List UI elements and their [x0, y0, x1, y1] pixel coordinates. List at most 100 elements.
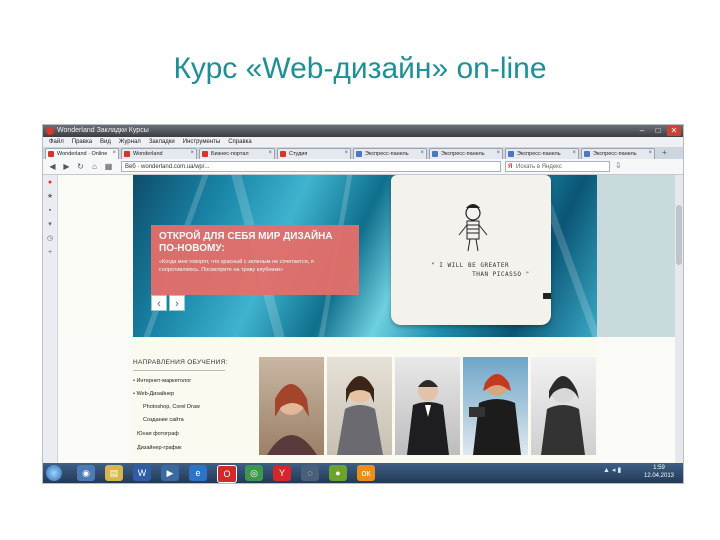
tab-3[interactable]: Бизнес-портал ×	[199, 148, 275, 159]
new-tab-button[interactable]: +	[659, 147, 670, 158]
tab-close-icon[interactable]: ×	[344, 150, 348, 156]
tab-close-icon[interactable]: ×	[420, 150, 424, 156]
reload-icon[interactable]: ↻	[75, 161, 86, 172]
tab-favicon-icon	[584, 151, 590, 157]
menu-help[interactable]: Справка	[228, 137, 252, 147]
navigation-bar: ◀ ▶ ↻ ⌂ ▦ Веб · wonderland.com.ua/wp/...…	[43, 159, 683, 175]
pillow-image: " I WILL BE GREATER THAN PICASSO "	[391, 175, 551, 325]
slide-title: Курс «Web-дизайн» on-line	[173, 52, 547, 85]
opera-icon[interactable]: O	[217, 465, 237, 483]
direction-subitem[interactable]: Photoshop, Corel Draw	[143, 404, 200, 410]
address-bar[interactable]: Веб · wonderland.com.ua/wp/...	[121, 161, 501, 172]
browser-title-bar: Wonderland Закладки Курсы – □ ✕	[43, 125, 683, 137]
teacher-photo-2[interactable]	[327, 357, 392, 455]
tab-label: Бизнес-портал	[211, 151, 249, 157]
opera-panel-icon[interactable]: ●	[46, 179, 54, 187]
browser-screenshot: Wonderland Закладки Курсы – □ ✕ Файл Пра…	[42, 124, 684, 484]
notes-icon[interactable]: ▪	[46, 207, 54, 215]
direction-item[interactable]: • Интернет-маркетолог	[133, 378, 191, 384]
media-player-icon[interactable]: ▶	[161, 465, 179, 481]
tab-8[interactable]: Экспресс-панель ×	[581, 148, 655, 159]
folder-icon[interactable]: ▤	[105, 465, 123, 481]
tab-label: Wonderland · Online	[57, 151, 108, 157]
direction-subitem[interactable]: Создание сайта	[143, 417, 184, 423]
opera-logo-icon[interactable]	[46, 127, 54, 135]
tab-close-icon[interactable]: ×	[190, 150, 194, 156]
tab-favicon-icon	[124, 151, 130, 157]
tab-label: Экспресс-панель	[441, 151, 485, 157]
slider-next-button[interactable]: ›	[169, 295, 185, 311]
tab-label: Wonderland	[133, 151, 163, 157]
minimize-button[interactable]: –	[635, 126, 649, 136]
tab-6[interactable]: Экспресс-панель ×	[429, 148, 503, 159]
hero-banner[interactable]: " I WILL BE GREATER THAN PICASSO " ОТКРО…	[133, 175, 597, 337]
tab-close-icon[interactable]: ×	[268, 150, 272, 156]
system-tray[interactable]: ▲ ◂ ▮	[603, 466, 621, 474]
menu-bookmarks[interactable]: Закладки	[149, 137, 175, 147]
title-bar-text: Wonderland Закладки Курсы	[57, 127, 149, 134]
search-placeholder: Искать в Яндекс	[516, 164, 562, 170]
tab-bar: Wonderland · Online × Wonderland × Бизнес-…	[43, 147, 683, 159]
start-button[interactable]	[46, 465, 62, 481]
promo-box: ОТКРОЙ ДЛЯ СЕБЯ МИР ДИЗАЙНА ПО-НОВОМУ: «…	[151, 225, 359, 295]
add-panel-icon[interactable]: +	[46, 249, 54, 257]
tab-5[interactable]: Экспресс-панель ×	[353, 148, 427, 159]
menu-view[interactable]: Вид	[100, 137, 111, 147]
web-page: " I WILL BE GREATER THAN PICASSO " ОТКРО…	[58, 175, 675, 463]
download-icon[interactable]: ⇩	[615, 161, 622, 170]
maximize-button[interactable]: □	[651, 126, 665, 136]
menu-edit[interactable]: Правка	[72, 137, 92, 147]
tab-4[interactable]: Студия ×	[277, 148, 351, 159]
bookmarks-star-icon[interactable]: ★	[46, 193, 54, 201]
home-icon[interactable]: ⌂	[89, 161, 100, 172]
teacher-photo-1[interactable]	[259, 357, 324, 455]
downloads-icon[interactable]: ▾	[46, 221, 54, 229]
tab-close-icon[interactable]: ×	[648, 150, 652, 156]
utility-icon[interactable]: ●	[329, 465, 347, 481]
close-button[interactable]: ✕	[667, 126, 681, 136]
tab-2[interactable]: Wonderland ×	[121, 148, 197, 159]
chrome-icon[interactable]: ◎	[245, 465, 263, 481]
tab-close-icon[interactable]: ×	[572, 150, 576, 156]
clock-time: 1:59	[653, 465, 665, 471]
network-icon[interactable]: ◌	[301, 465, 319, 481]
vertical-scrollbar[interactable]	[675, 175, 683, 463]
tab-close-icon[interactable]: ×	[112, 150, 116, 156]
directions-title: НАПРАВЛЕНИЯ ОБУЧЕНИЯ:	[133, 359, 228, 366]
scrollbar-thumb[interactable]	[676, 205, 682, 265]
tab-7[interactable]: Экспресс-панель ×	[505, 148, 579, 159]
search-input[interactable]: Я Искать в Яндекс	[505, 161, 610, 172]
teacher-photo-4[interactable]	[463, 357, 528, 455]
direction-item[interactable]: • Web-Дизайнер	[133, 391, 174, 397]
page-margin-right	[597, 175, 675, 337]
tab-favicon-icon	[202, 151, 208, 157]
page-margin-left	[58, 175, 133, 337]
teacher-photo-3[interactable]	[395, 357, 460, 455]
slider-prev-button[interactable]: ‹	[151, 295, 167, 311]
menu-bar: Файл Правка Вид Журнал Закладки Инструме…	[43, 137, 683, 147]
yandex-browser-icon[interactable]: Y	[273, 465, 291, 481]
speed-dial-icon[interactable]: ▦	[103, 161, 114, 172]
direction-item[interactable]: Юная фотограф	[137, 431, 179, 437]
tab-label: Студия	[289, 151, 308, 157]
teacher-photo-5[interactable]	[531, 357, 596, 455]
internet-explorer-icon[interactable]: e	[189, 465, 207, 481]
tab-close-icon[interactable]: ×	[496, 150, 500, 156]
tab-favicon-icon	[356, 151, 362, 157]
history-clock-icon[interactable]: ◷	[46, 235, 54, 243]
tab-label: Экспресс-панель	[365, 151, 409, 157]
forward-arrow-icon[interactable]: ▶	[61, 161, 72, 172]
word-icon[interactable]: W	[133, 465, 151, 481]
tab-1[interactable]: Wonderland · Online ×	[45, 148, 119, 159]
direction-item[interactable]: Дизайнер-график	[137, 445, 182, 451]
odnoklassniki-icon[interactable]: ок	[357, 465, 375, 481]
menu-tools[interactable]: Инструменты	[183, 137, 220, 147]
explorer-icon[interactable]: ◉	[77, 465, 95, 481]
clock[interactable]: 1:59 12.04.2013	[639, 464, 679, 480]
menu-file[interactable]: Файл	[49, 137, 64, 147]
tab-label: Экспресс-панель	[593, 151, 637, 157]
tab-favicon-icon	[48, 151, 54, 157]
promo-text: «Когда мне говорят, что красный с зелены…	[159, 259, 314, 273]
back-arrow-icon[interactable]: ◀	[47, 161, 58, 172]
menu-history[interactable]: Журнал	[119, 137, 141, 147]
